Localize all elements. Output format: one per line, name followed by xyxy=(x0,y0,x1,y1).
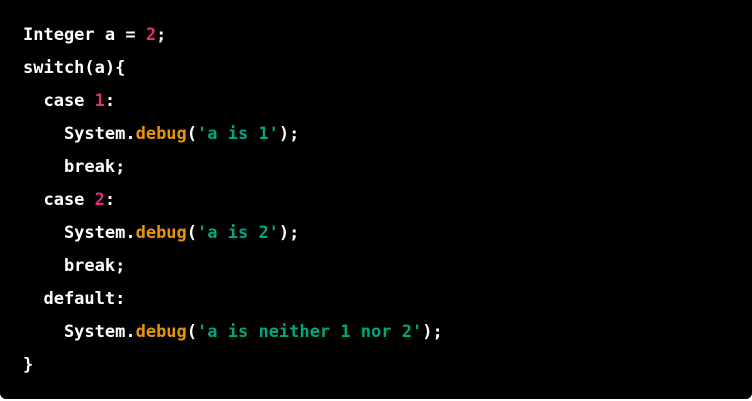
code-token-punct: ; xyxy=(156,25,167,45)
code-token-text: Integer a = xyxy=(23,25,146,45)
code-line: } xyxy=(23,351,752,384)
code-token-method: debug xyxy=(135,223,187,243)
code-line: case 1: xyxy=(23,87,752,120)
code-token-text: default: xyxy=(23,289,126,309)
code-token-text: switch(a){ xyxy=(23,58,126,78)
code-token-text: break; xyxy=(23,256,126,276)
code-token-text: } xyxy=(23,355,34,375)
code-lines: Integer a = 2; switch(a){ case 1: System.… xyxy=(23,21,752,384)
code-token-punct: ( xyxy=(186,223,198,243)
code-line: Integer a = 2; xyxy=(23,21,752,54)
code-line: System.debug('a is 2'); xyxy=(23,219,752,252)
code-line: System.debug('a is 1'); xyxy=(23,120,752,153)
code-line: break; xyxy=(23,153,752,186)
code-token-punct: : xyxy=(104,91,116,111)
code-line: default: xyxy=(23,285,752,318)
code-line: case 2: xyxy=(23,186,752,219)
code-token-number: 2 xyxy=(145,25,157,45)
code-token-punct: : xyxy=(104,190,116,210)
code-token-text: case xyxy=(23,91,95,111)
code-token-string: 'a is 1' xyxy=(197,124,279,144)
code-token-number: 2 xyxy=(94,190,105,210)
code-token-punct: ( xyxy=(186,124,198,144)
code-token-text: case xyxy=(23,190,95,210)
code-token-punct: ); xyxy=(422,322,443,342)
code-token-punct: ( xyxy=(186,322,198,342)
code-token-text: System. xyxy=(23,124,136,144)
code-token-text: System. xyxy=(23,223,136,243)
code-token-string: 'a is neither 1 nor 2' xyxy=(197,322,423,342)
code-line: System.debug('a is neither 1 nor 2'); xyxy=(23,318,752,351)
code-token-punct: ); xyxy=(278,124,300,144)
code-token-punct: ); xyxy=(278,223,300,243)
code-token-text: System. xyxy=(23,322,136,342)
code-token-method: debug xyxy=(135,124,187,144)
code-token-string: 'a is 2' xyxy=(197,223,279,243)
code-token-method: debug xyxy=(135,322,187,342)
code-token-text: break; xyxy=(23,157,126,177)
code-token-number: 1 xyxy=(94,91,105,111)
code-block: Integer a = 2; switch(a){ case 1: System.… xyxy=(0,0,752,399)
code-line: switch(a){ xyxy=(23,54,752,87)
code-line: break; xyxy=(23,252,752,285)
